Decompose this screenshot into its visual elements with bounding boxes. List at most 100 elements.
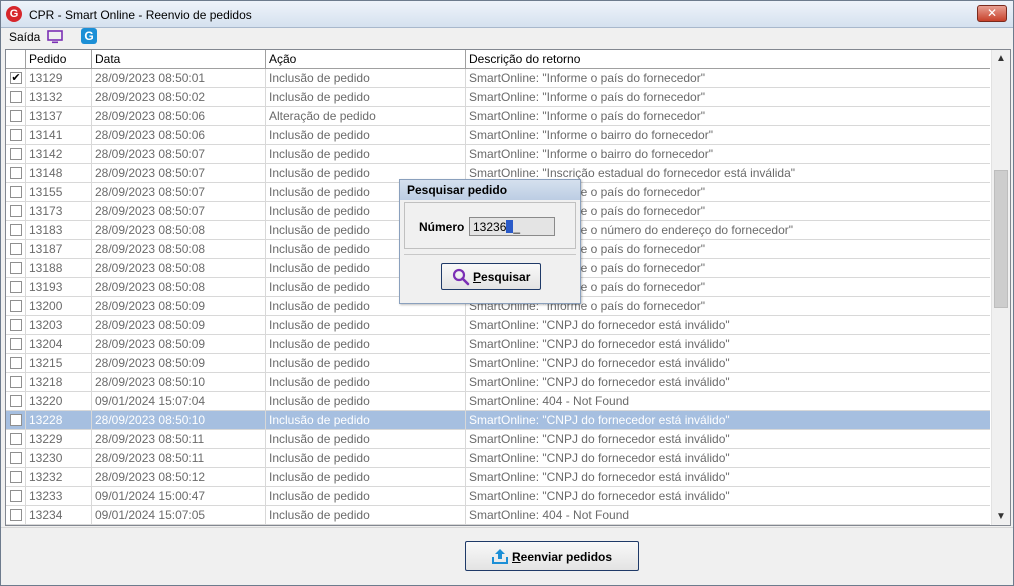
row-checkbox[interactable] — [10, 243, 22, 255]
header-data[interactable]: Data — [92, 50, 266, 69]
app-icon[interactable]: G — [81, 28, 97, 44]
table-row[interactable]: 13215 28/09/2023 08:50:09 Inclusão de pedi… — [6, 354, 990, 373]
cell-data: 09/01/2024 15:07:04 — [92, 392, 266, 410]
table-row[interactable]: 13132 28/09/2023 08:50:02 Inclusão de pedi… — [6, 88, 990, 107]
row-check-cell — [6, 183, 26, 201]
row-check-cell — [6, 373, 26, 391]
table-row[interactable]: 13141 28/09/2023 08:50:06 Inclusão de pedi… — [6, 126, 990, 145]
row-checkbox[interactable] — [10, 129, 22, 141]
header-descricao[interactable]: Descrição do retorno — [466, 50, 990, 69]
cell-pedido: 13228 — [26, 411, 92, 429]
row-checkbox[interactable] — [10, 91, 22, 103]
menu-saida[interactable]: Saída — [9, 30, 40, 44]
row-checkbox[interactable] — [10, 395, 22, 407]
cell-acao: Alteração de pedido — [266, 107, 466, 125]
row-checkbox[interactable] — [10, 357, 22, 369]
table-row[interactable]: 13142 28/09/2023 08:50:07 Inclusão de pedi… — [6, 145, 990, 164]
cell-pedido: 13148 — [26, 164, 92, 182]
cell-data: 28/09/2023 08:50:09 — [92, 354, 266, 372]
cell-pedido: 13200 — [26, 297, 92, 315]
table-row[interactable]: 13230 28/09/2023 08:50:11 Inclusão de pedi… — [6, 449, 990, 468]
row-checkbox[interactable] — [10, 414, 22, 426]
cell-data: 28/09/2023 08:50:10 — [92, 373, 266, 391]
header-pedido[interactable]: Pedido — [26, 50, 92, 69]
cell-pedido: 13233 — [26, 487, 92, 505]
cell-pedido: 13173 — [26, 202, 92, 220]
table-row[interactable]: 13203 28/09/2023 08:50:09 Inclusão de pedi… — [6, 316, 990, 335]
vertical-scrollbar[interactable]: ▲ ▼ — [991, 50, 1010, 525]
cell-descricao: SmartOnline: 404 - Not Found — [469, 508, 630, 522]
cell-pedido: 13137 — [26, 107, 92, 125]
row-check-cell — [6, 88, 26, 106]
table-row[interactable]: 13233 09/01/2024 15:00:47 Inclusão de pedi… — [6, 487, 990, 506]
cell-data: 28/09/2023 08:50:07 — [92, 164, 266, 182]
cell-pedido: 13155 — [26, 183, 92, 201]
header-acao[interactable]: Ação — [266, 50, 466, 69]
cell-data: 28/09/2023 08:50:08 — [92, 221, 266, 239]
numero-input[interactable]: 13236 _ — [469, 217, 555, 236]
cell-acao: Inclusão de pedido — [266, 145, 466, 163]
row-checkbox[interactable] — [10, 319, 22, 331]
header-check-column[interactable] — [6, 50, 26, 69]
table-row[interactable]: 13232 28/09/2023 08:50:12 Inclusão de pedi… — [6, 468, 990, 487]
cell-acao: Inclusão de pedido — [266, 335, 466, 353]
table-row[interactable]: 13234 09/01/2024 15:07:05 Inclusão de pedi… — [6, 506, 990, 525]
cell-data: 28/09/2023 08:50:09 — [92, 297, 266, 315]
row-checkbox[interactable] — [10, 262, 22, 274]
row-checkbox[interactable] — [10, 205, 22, 217]
row-checkbox[interactable] — [10, 376, 22, 388]
footer-panel: Reenviar pedidos — [1, 527, 1013, 585]
table-row[interactable]: 13220 09/01/2024 15:07:04 Inclusão de pedi… — [6, 392, 990, 411]
row-checkbox[interactable] — [10, 224, 22, 236]
row-check-cell — [6, 468, 26, 486]
table-row[interactable]: 13204 28/09/2023 08:50:09 Inclusão de pedi… — [6, 335, 990, 354]
row-checkbox[interactable] — [10, 167, 22, 179]
table-row[interactable]: 13228 28/09/2023 08:50:10 Inclusão de pedi… — [6, 411, 990, 430]
row-checkbox[interactable] — [10, 281, 22, 293]
scroll-down-icon[interactable]: ▼ — [992, 508, 1010, 525]
numero-input-value: 13236 — [473, 220, 507, 234]
row-checkbox[interactable] — [10, 433, 22, 445]
table-row[interactable]: 13137 28/09/2023 08:50:06 Alteração de ped… — [6, 107, 990, 126]
table-row[interactable]: 13229 28/09/2023 08:50:11 Inclusão de pedi… — [6, 430, 990, 449]
cell-data: 28/09/2023 08:50:07 — [92, 202, 266, 220]
row-check-cell — [6, 487, 26, 505]
search-button[interactable]: Pesquisar — [441, 263, 541, 290]
table-row[interactable]: ✔ 13129 28/09/2023 08:50:01 Inclusão de ped… — [6, 69, 990, 88]
cell-descricao: SmartOnline: 404 - Not Found — [469, 394, 630, 408]
close-button[interactable]: ✕ — [977, 5, 1007, 22]
cell-acao: Inclusão de pedido — [266, 449, 466, 467]
scroll-up-icon[interactable]: ▲ — [992, 50, 1010, 67]
row-checkbox[interactable] — [10, 148, 22, 160]
row-checkbox[interactable]: ✔ — [10, 72, 22, 84]
cell-acao: Inclusão de pedido — [266, 69, 466, 87]
cell-pedido: 13204 — [26, 335, 92, 353]
cell-pedido: 13229 — [26, 430, 92, 448]
cell-descricao: SmartOnline: "Informe o país do forneced… — [469, 71, 705, 85]
row-checkbox[interactable] — [10, 300, 22, 312]
cell-acao: Inclusão de pedido — [266, 411, 466, 429]
row-checkbox[interactable] — [10, 490, 22, 502]
row-checkbox[interactable] — [10, 186, 22, 198]
cell-pedido: 13141 — [26, 126, 92, 144]
monitor-icon[interactable] — [47, 30, 63, 44]
row-checkbox[interactable] — [10, 471, 22, 483]
cell-acao: Inclusão de pedido — [266, 430, 466, 448]
row-check-cell — [6, 449, 26, 467]
row-checkbox[interactable] — [10, 452, 22, 464]
cell-data: 28/09/2023 08:50:06 — [92, 107, 266, 125]
cell-pedido: 13187 — [26, 240, 92, 258]
resend-orders-button[interactable]: Reenviar pedidos — [465, 541, 639, 571]
row-checkbox[interactable] — [10, 509, 22, 521]
menu-bar: Saída G — [1, 28, 1013, 48]
scroll-thumb[interactable] — [994, 170, 1008, 308]
cell-acao: Inclusão de pedido — [266, 506, 466, 524]
row-checkbox[interactable] — [10, 338, 22, 350]
row-check-cell — [6, 164, 26, 182]
dialog-body: Número 13236 _ — [404, 202, 576, 249]
table-row[interactable]: 13218 28/09/2023 08:50:10 Inclusão de pedi… — [6, 373, 990, 392]
row-check-cell — [6, 316, 26, 334]
cell-descricao: SmartOnline: "CNPJ do fornecedor está in… — [469, 432, 730, 446]
row-checkbox[interactable] — [10, 110, 22, 122]
cell-data: 09/01/2024 15:07:05 — [92, 506, 266, 524]
